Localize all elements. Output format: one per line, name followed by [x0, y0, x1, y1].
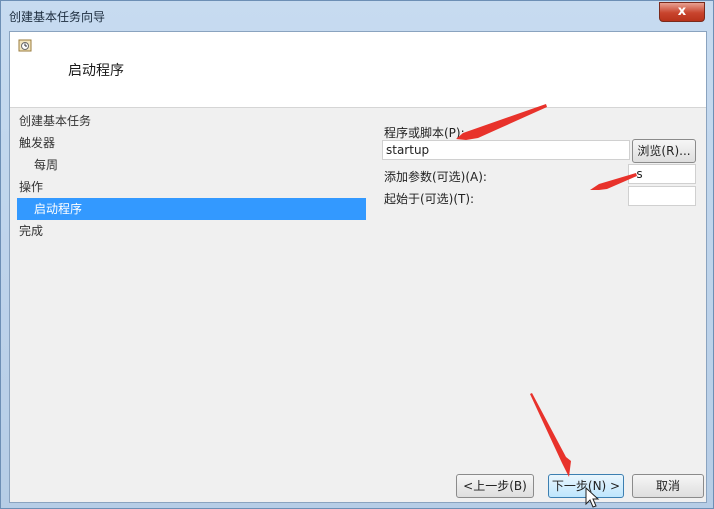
program-label: 程序或脚本(P): [384, 126, 465, 140]
wizard-step-list: 创建基本任务 触发器 每周 操作 启动程序 完成 [10, 110, 370, 242]
wizard-header: 启动程序 [10, 32, 706, 108]
window-title: 创建基本任务向导 [9, 10, 106, 24]
next-button[interactable]: 下一步(N) > [548, 474, 624, 498]
close-icon: x [677, 4, 687, 19]
close-button[interactable]: x [659, 2, 705, 22]
nav-step-weekly[interactable]: 每周 [10, 154, 370, 176]
nav-step-action[interactable]: 操作 [10, 176, 370, 198]
task-scheduler-icon [18, 39, 32, 52]
args-label: 添加参数(可选)(A): [384, 170, 487, 184]
args-input[interactable]: -s [628, 164, 696, 184]
program-input[interactable]: startup [382, 140, 630, 160]
wizard-client-area: 启动程序 创建基本任务 触发器 每周 操作 启动程序 完成 程序或脚本(P): … [9, 31, 707, 503]
start-in-input[interactable] [628, 186, 696, 206]
cancel-button[interactable]: 取消 [632, 474, 704, 498]
browse-button[interactable]: 浏览(R)... [632, 139, 696, 163]
page-title: 启动程序 [68, 63, 124, 79]
nav-step-finish[interactable]: 完成 [10, 220, 370, 242]
nav-step-start-program[interactable]: 启动程序 [17, 198, 366, 220]
start-in-label: 起始于(可选)(T): [384, 192, 475, 206]
title-bar[interactable]: 创建基本任务向导 x [1, 1, 713, 31]
nav-step-create-task[interactable]: 创建基本任务 [10, 110, 370, 132]
nav-step-trigger[interactable]: 触发器 [10, 132, 370, 154]
wizard-window: 创建基本任务向导 x 启动程序 创建基本任务 触发器 每周 操作 启动程序 完成… [0, 0, 714, 509]
back-button[interactable]: <上一步(B) [456, 474, 534, 498]
